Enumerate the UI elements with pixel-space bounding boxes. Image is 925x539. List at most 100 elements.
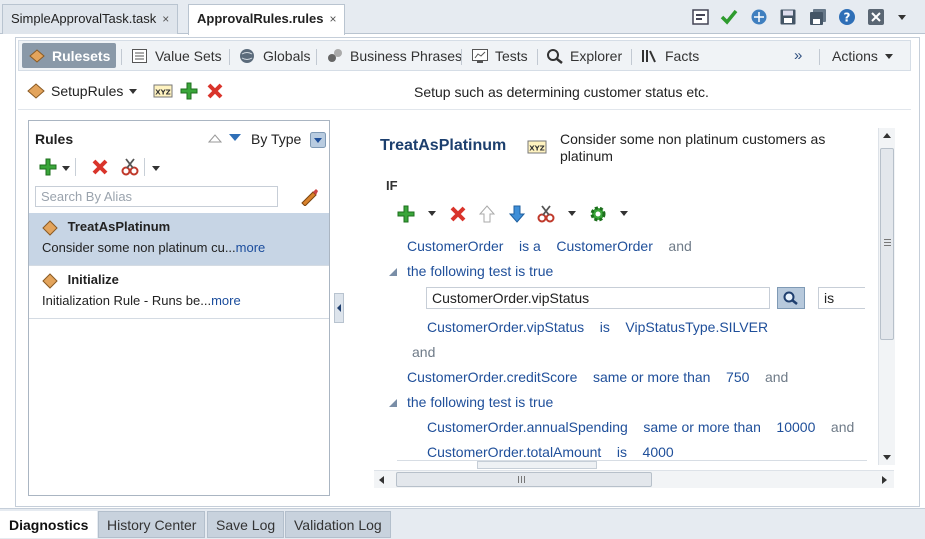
tab-label: Rulesets (52, 47, 111, 64)
vertical-scrollbar[interactable] (878, 128, 895, 465)
cut-icon[interactable] (121, 158, 139, 176)
tab-simple-approval-task[interactable]: SimpleApprovalTask.task × (2, 4, 179, 34)
value-sets-icon (131, 48, 149, 64)
fact-term[interactable]: CustomerOrder.creditScore (407, 369, 577, 385)
tab-globals[interactable]: Globals (239, 41, 310, 70)
save-all-icon[interactable] (809, 8, 827, 26)
search-input[interactable]: Search By Alias (35, 186, 278, 207)
nested-test-line[interactable]: the following test is true (407, 263, 553, 279)
operator[interactable]: same or more than (593, 369, 711, 385)
document-tab-bar: SimpleApprovalTask.task × ApprovalRules.r… (0, 0, 925, 35)
tab-explorer[interactable]: Explorer (546, 41, 622, 70)
facts-icon (641, 48, 659, 64)
search-icon[interactable] (777, 287, 805, 309)
fact-type[interactable]: CustomerOrder (556, 238, 652, 254)
nested-test-line[interactable]: the following test is true (407, 394, 553, 410)
fact-term[interactable]: CustomerOrder.annualSpending (427, 419, 628, 435)
fact-term[interactable]: CustomerOrder.vipStatus (427, 319, 584, 335)
rule-name: TreatAsPlatinum (67, 219, 171, 234)
add-rule-icon[interactable] (39, 158, 57, 176)
scroll-up-icon[interactable] (882, 131, 892, 139)
sort-dropdown-icon[interactable] (310, 132, 326, 148)
menu-dropdown-icon[interactable] (893, 8, 911, 26)
operator[interactable]: is a (519, 238, 541, 254)
gear-icon[interactable] (589, 205, 607, 223)
sort-descending-icon[interactable] (228, 133, 242, 143)
connector[interactable]: and (765, 369, 788, 385)
close-icon[interactable]: × (329, 12, 336, 26)
tab-rulesets[interactable]: Rulesets (22, 43, 117, 68)
delete-condition-icon[interactable] (449, 205, 467, 223)
inner-scrollbar-thumb[interactable] (477, 461, 597, 469)
scroll-down-icon[interactable] (882, 454, 892, 462)
sort-ascending-icon[interactable] (208, 133, 222, 143)
scroll-left-icon[interactable] (377, 475, 385, 485)
cut-icon[interactable] (537, 205, 555, 223)
expression-field[interactable]: CustomerOrder.vipStatus (426, 287, 770, 309)
operator[interactable]: is (617, 444, 627, 460)
connector[interactable]: and (412, 344, 435, 360)
tab-diagnostics[interactable]: Diagnostics (0, 511, 98, 538)
edit-rule-icon[interactable]: XYZ (527, 138, 549, 156)
move-down-icon[interactable] (508, 205, 526, 223)
deploy-icon[interactable] (750, 8, 768, 26)
operator[interactable]: is (600, 319, 610, 335)
chevron-down-icon[interactable] (151, 165, 161, 173)
edit-ruleset-icon[interactable]: XYZ (153, 82, 175, 100)
value-term[interactable]: 4000 (643, 444, 674, 460)
inner-scrollbar[interactable] (397, 460, 867, 469)
divider (631, 49, 632, 65)
scrollbar-thumb[interactable] (880, 148, 894, 340)
fact-term[interactable]: CustomerOrder (407, 238, 503, 254)
value-term[interactable]: 10000 (776, 419, 815, 435)
actions-label: Actions (832, 47, 878, 64)
add-condition-icon[interactable] (397, 205, 415, 223)
save-icon[interactable] (779, 8, 797, 26)
list-item[interactable]: TreatAsPlatinum Consider some non platin… (29, 213, 329, 266)
ruleset-selector[interactable]: SetupRules (26, 82, 138, 100)
check-icon[interactable] (720, 8, 738, 26)
horizontal-scrollbar[interactable] (374, 470, 894, 488)
actions-menu[interactable]: Actions (832, 41, 894, 70)
operator-select[interactable]: is (818, 287, 865, 309)
tab-value-sets[interactable]: Value Sets (131, 41, 222, 70)
validate-icon[interactable] (692, 8, 710, 26)
connector[interactable]: and (831, 419, 854, 435)
close-icon[interactable]: × (162, 12, 169, 26)
tab-facts[interactable]: Facts (641, 41, 699, 70)
overflow-chevron-icon[interactable]: » (794, 41, 802, 70)
close-window-icon[interactable] (867, 8, 885, 26)
sort-by-label: By Type (251, 131, 302, 147)
expand-triangle-icon[interactable] (388, 267, 398, 277)
add-icon[interactable] (180, 82, 198, 100)
scrollbar-thumb[interactable] (396, 472, 652, 487)
tab-tests[interactable]: Tests (471, 41, 528, 70)
fact-term[interactable]: CustomerOrder.totalAmount (427, 444, 601, 460)
svg-text:XYZ: XYZ (155, 89, 171, 97)
move-up-icon[interactable] (478, 205, 496, 223)
help-icon[interactable]: ? (838, 8, 856, 26)
delete-rule-icon[interactable] (91, 158, 109, 176)
expand-triangle-icon[interactable] (388, 398, 398, 408)
tab-history-center[interactable]: History Center (98, 511, 206, 538)
value-term[interactable]: 750 (726, 369, 749, 385)
clear-search-icon[interactable] (299, 188, 319, 206)
more-link[interactable]: more (211, 293, 241, 308)
tab-approval-rules[interactable]: ApprovalRules.rules × (188, 4, 346, 35)
list-item[interactable]: Initialize Initialization Rule - Runs be… (29, 266, 329, 319)
chevron-down-icon[interactable] (619, 210, 629, 218)
divider (316, 49, 317, 65)
operator[interactable]: same or more than (643, 419, 761, 435)
chevron-down-icon[interactable] (427, 210, 437, 218)
tab-save-log[interactable]: Save Log (207, 511, 285, 538)
scroll-right-icon[interactable] (881, 475, 889, 485)
tab-business-phrases[interactable]: Business Phrases (326, 41, 462, 70)
chevron-down-icon[interactable] (61, 165, 71, 173)
collapse-panel-handle[interactable] (334, 293, 344, 323)
connector[interactable]: and (668, 238, 691, 254)
value-term[interactable]: VipStatusType.SILVER (625, 319, 768, 335)
tab-validation-log[interactable]: Validation Log (285, 511, 391, 538)
more-link[interactable]: more (236, 240, 266, 255)
delete-icon[interactable] (206, 82, 224, 100)
chevron-down-icon[interactable] (567, 210, 577, 218)
